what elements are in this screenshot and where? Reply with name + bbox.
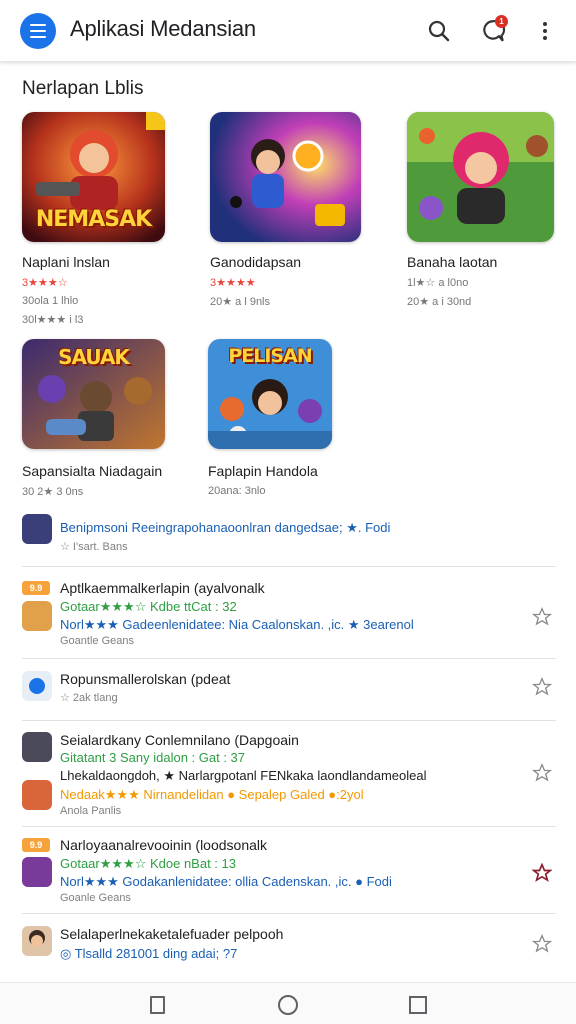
notification-icon[interactable]: 1 — [476, 14, 510, 48]
section-title: Nerlapan Lblis — [22, 78, 144, 99]
thumbnail-text: SAUAK — [58, 345, 130, 369]
game-name: Ganodidapsan — [210, 254, 302, 270]
thumbnail-text: NEMASAK — [35, 207, 152, 232]
list-item[interactable]: Seialardkany Conlemnilano (Dapgoain Gita… — [22, 729, 556, 827]
list-item-rating: Gotaar★★★☆ Kdoe nBat : 13 — [60, 856, 236, 871]
list-item-title: Benipmsoni Reeingrapohanaoonlran dangeds… — [60, 520, 391, 535]
list-item-description: Norl★★★ Godakanlenidatee: ollia Cadenska… — [60, 874, 392, 889]
game-meta: 30l★★★ i l3 — [22, 314, 84, 326]
star-icon[interactable] — [531, 676, 554, 699]
system-nav-bar — [0, 982, 576, 1024]
app-icon — [22, 601, 52, 631]
game-card[interactable]: NEMASAK Naplani lnslan 3★★★☆ 30ola 1 lhl… — [22, 112, 172, 326]
notification-badge: 1 — [495, 15, 508, 28]
star-icon[interactable] — [531, 933, 554, 956]
list-item-description: Norl★★★ Gadeenlenidatee: Nia Caalonskan.… — [60, 617, 414, 632]
game-meta: 30 2★ 3 0ns — [22, 486, 84, 498]
app-icon — [22, 671, 52, 701]
game-name: Banaha laotan — [407, 254, 498, 270]
game-rating: 1l★☆ a l0no — [407, 277, 469, 289]
app-title: Aplikasi Medansian — [70, 16, 256, 41]
recents-icon[interactable] — [407, 994, 429, 1016]
game-card[interactable]: Ganodidapsan 3★★★★ 20★ a l 9nls — [210, 112, 361, 308]
game-rating: 3★★★★ — [210, 277, 256, 289]
menu-icon[interactable] — [20, 13, 56, 49]
list-item[interactable]: 9.9 Narloyaanalrevooinin (loodsonalk Got… — [22, 834, 556, 914]
list-item-subtitle: Goanle Geans — [60, 892, 131, 904]
version-tag: 9.9 — [22, 838, 50, 852]
star-icon[interactable] — [531, 762, 554, 785]
game-thumbnail[interactable] — [407, 112, 554, 242]
game-name: Faplapin Handola — [208, 463, 318, 479]
star-icon[interactable] — [531, 862, 554, 885]
game-meta: 20ana: 3nlo — [208, 485, 266, 497]
game-thumbnail[interactable]: PELISAN — [208, 339, 332, 449]
list-item[interactable]: Selalaperlnekaketalefuader pelpooh ◎ Tls… — [22, 922, 556, 972]
list-item-subtitle: Goantle Geans — [60, 635, 134, 647]
app-icon — [22, 780, 52, 810]
game-meta: 20★ a i 30nd — [407, 296, 472, 308]
game-thumbnail[interactable]: NEMASAK — [22, 112, 165, 242]
back-icon[interactable] — [147, 994, 169, 1016]
game-meta: 30ola 1 lhlo — [22, 295, 79, 307]
list-item-rating: Gotaar★★★☆ Kdbe ttCat : 32 — [60, 599, 237, 614]
game-card[interactable]: SAUAK Sapansialta Niadagain 30 2★ 3 0ns — [22, 339, 172, 498]
list-item-subtitle: ◎ Tlsalld 281001 ding adai; ?7 — [60, 946, 238, 961]
list-item-description: Nedaak★★★ Nirnandelidan ● Sepalep Galed … — [60, 787, 364, 802]
more-vert-icon[interactable] — [528, 14, 562, 48]
list-item-subtitle: Anola Panlis — [60, 805, 122, 817]
game-card[interactable]: PELISAN Faplapin Handola 20ana: 3nlo — [208, 339, 358, 497]
game-name: Sapansialta Niadagain — [22, 463, 163, 479]
list-item[interactable]: Benipmsoni Reeingrapohanaoonlran dangeds… — [22, 512, 556, 567]
game-name: Naplani lnslan — [22, 254, 110, 270]
star-icon[interactable] — [531, 606, 554, 629]
list-item-title: Seialardkany Conlemnilano (Dapgoain — [60, 732, 299, 748]
list-item-description: Lhekaldaongdoh, ★ Narlargpotanl FENkaka … — [60, 768, 427, 783]
game-thumbnail[interactable]: SAUAK — [22, 339, 165, 449]
list-item-subtitle: ☆ 2ak tlang — [60, 692, 118, 704]
home-icon[interactable] — [277, 994, 299, 1016]
app-icon — [22, 857, 52, 887]
list-item-subtitle: ☆ I'sart. Bans — [60, 541, 128, 553]
thumbnail-text: PELISAN — [228, 345, 312, 367]
game-card[interactable]: Banaha laotan 1l★☆ a l0no 20★ a i 30nd — [407, 112, 557, 308]
list-item-title: Ropunsmallerolskan (pdeat — [60, 671, 231, 687]
app-icon — [22, 514, 52, 544]
search-icon[interactable] — [422, 14, 456, 48]
game-rating: 3★★★☆ — [22, 277, 68, 289]
list-item[interactable]: Ropunsmallerolskan (pdeat ☆ 2ak tlang — [22, 667, 556, 721]
game-thumbnail[interactable] — [210, 112, 361, 242]
version-tag: 9.9 — [22, 581, 50, 595]
list-item-title: Aptlkaemmalkerlapin (ayalvonalk — [60, 580, 265, 596]
list-item[interactable]: 9.9 Aptlkaemmalkerlapin (ayalvonalk Gota… — [22, 577, 556, 659]
list-item-rating: Gitatant 3 Sany idalon : Gat : 37 — [60, 750, 246, 765]
app-bar: Aplikasi Medansian 1 — [0, 0, 576, 62]
app-icon — [22, 926, 52, 956]
list-item-title: Narloyaanalrevooinin (loodsonalk — [60, 837, 268, 853]
game-meta: 20★ a l 9nls — [210, 296, 271, 308]
app-icon — [22, 732, 52, 762]
list-item-title: Selalaperlnekaketalefuader pelpooh — [60, 926, 284, 942]
